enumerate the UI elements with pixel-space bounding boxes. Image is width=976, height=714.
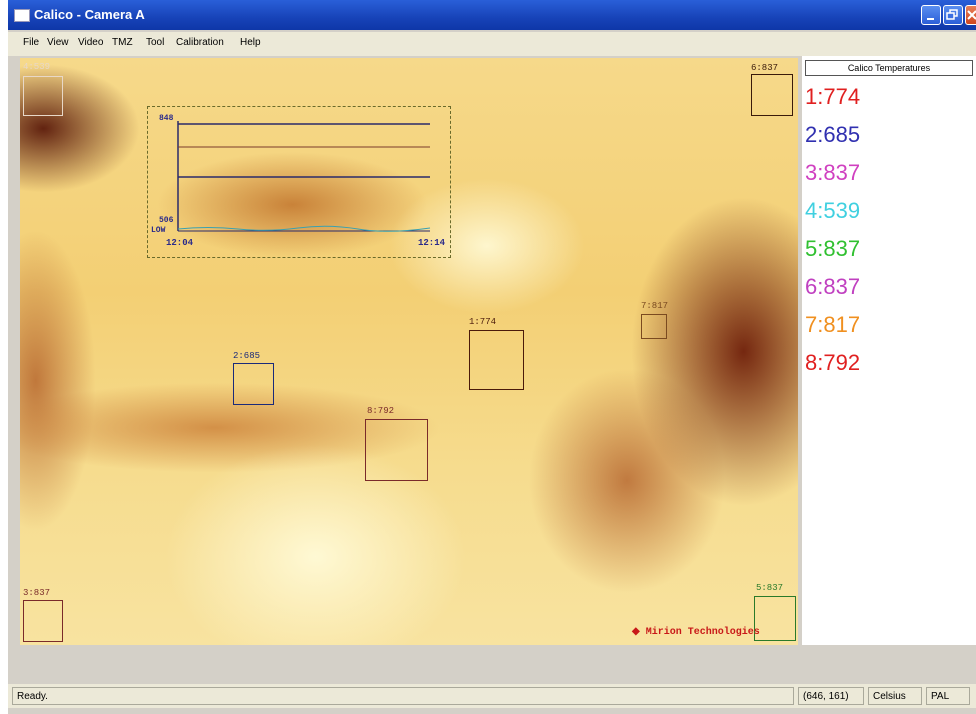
menu-help[interactable]: Help — [240, 37, 261, 48]
roi-box-3[interactable] — [23, 600, 63, 642]
temperature-panel: Calico Temperatures 1:774 2:685 3:837 4:… — [802, 56, 976, 645]
brand-logo-icon: ◆ — [632, 627, 646, 638]
roi-label-6: 6:837 — [751, 63, 779, 73]
trend-chart[interactable]: 848 506 LOW 12:04 12:14 — [147, 106, 451, 258]
panel-title: Calico Temperatures — [805, 60, 973, 76]
app-window: Calico - Camera A File View Video TMZ To… — [8, 0, 976, 714]
temp-reading-7: 7:817 — [805, 312, 861, 337]
roi-label-4: 4:539 — [23, 62, 51, 72]
window-title: Calico - Camera A — [34, 7, 145, 22]
roi-box-8[interactable] — [365, 419, 428, 481]
status-bar: Ready. (646, 161) Celsius PAL — [8, 684, 976, 708]
status-units: Celsius — [868, 687, 922, 705]
menu-bar: File View Video TMZ Tool Calibration Hel… — [8, 32, 976, 56]
roi-box-5[interactable] — [754, 596, 796, 641]
menu-video[interactable]: Video — [78, 37, 103, 48]
menu-view[interactable]: View — [47, 37, 69, 48]
roi-label-3: 3:837 — [23, 588, 51, 598]
roi-label-5: 5:837 — [756, 583, 784, 593]
restore-button[interactable] — [943, 5, 963, 25]
brand-watermark: ◆ Mirion Technologies — [632, 626, 760, 638]
trend-y-high: 848 — [159, 114, 174, 123]
roi-box-4[interactable] — [23, 76, 63, 116]
minimize-icon — [927, 18, 934, 20]
roi-label-7: 7:817 — [641, 301, 669, 311]
minimize-button[interactable] — [921, 5, 941, 25]
trend-low-tag: LOW — [151, 226, 166, 235]
status-message: Ready. — [12, 687, 794, 705]
app-icon — [14, 9, 30, 22]
thermal-image[interactable]: 4:539 6:837 1:774 7:817 2:685 8:792 3:83… — [20, 58, 798, 645]
roi-box-7[interactable] — [641, 314, 667, 339]
temp-reading-1: 1:774 — [805, 84, 861, 109]
roi-label-8: 8:792 — [367, 406, 395, 416]
roi-box-1[interactable] — [469, 330, 524, 390]
temp-reading-6: 6:837 — [805, 274, 861, 299]
temp-reading-4: 4:539 — [805, 198, 861, 223]
roi-box-2[interactable] — [233, 363, 274, 405]
roi-label-1: 1:774 — [469, 317, 497, 327]
menu-tmz[interactable]: TMZ — [112, 37, 133, 48]
restore-icon — [946, 9, 958, 20]
roi-label-2: 2:685 — [233, 351, 261, 361]
close-icon — [967, 10, 976, 20]
menu-file[interactable]: File — [23, 37, 39, 48]
client-area: 4:539 6:837 1:774 7:817 2:685 8:792 3:83… — [8, 56, 976, 684]
trend-plot — [177, 121, 431, 232]
menu-calibration[interactable]: Calibration — [176, 37, 224, 48]
temp-reading-5: 5:837 — [805, 236, 861, 261]
status-coords: (646, 161) — [798, 687, 864, 705]
trend-y-low: 506 — [159, 216, 174, 225]
temp-reading-8: 8:792 — [805, 350, 861, 375]
title-bar[interactable]: Calico - Camera A — [8, 0, 976, 30]
trend-x-end: 12:14 — [418, 238, 446, 248]
menu-tool[interactable]: Tool — [146, 37, 164, 48]
status-format: PAL — [926, 687, 970, 705]
roi-box-6[interactable] — [751, 74, 793, 116]
temp-reading-3: 3:837 — [805, 160, 861, 185]
trend-x-start: 12:04 — [166, 238, 194, 248]
close-button[interactable] — [965, 5, 976, 25]
temp-reading-2: 2:685 — [805, 122, 861, 147]
brand-text: Mirion Technologies — [645, 627, 760, 638]
